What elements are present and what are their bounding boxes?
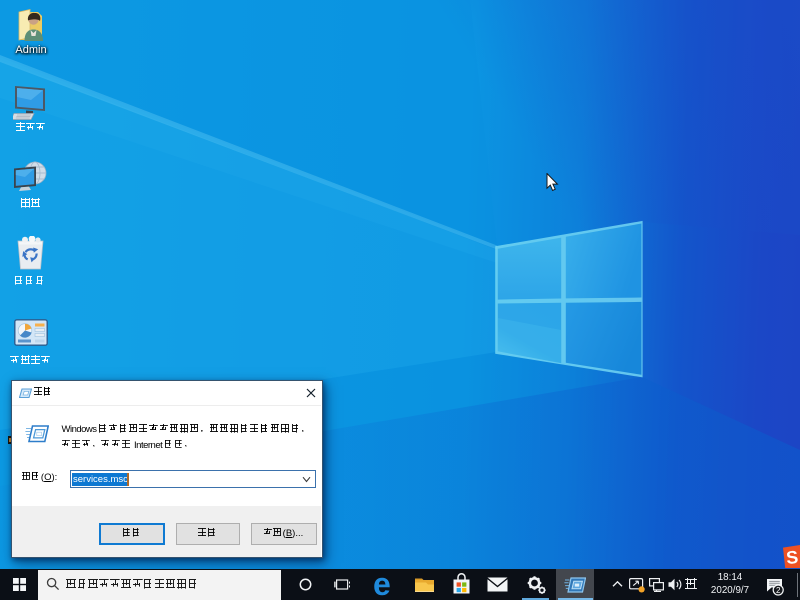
svg-text:2: 2 (776, 585, 781, 594)
svg-text:S: S (785, 546, 799, 567)
